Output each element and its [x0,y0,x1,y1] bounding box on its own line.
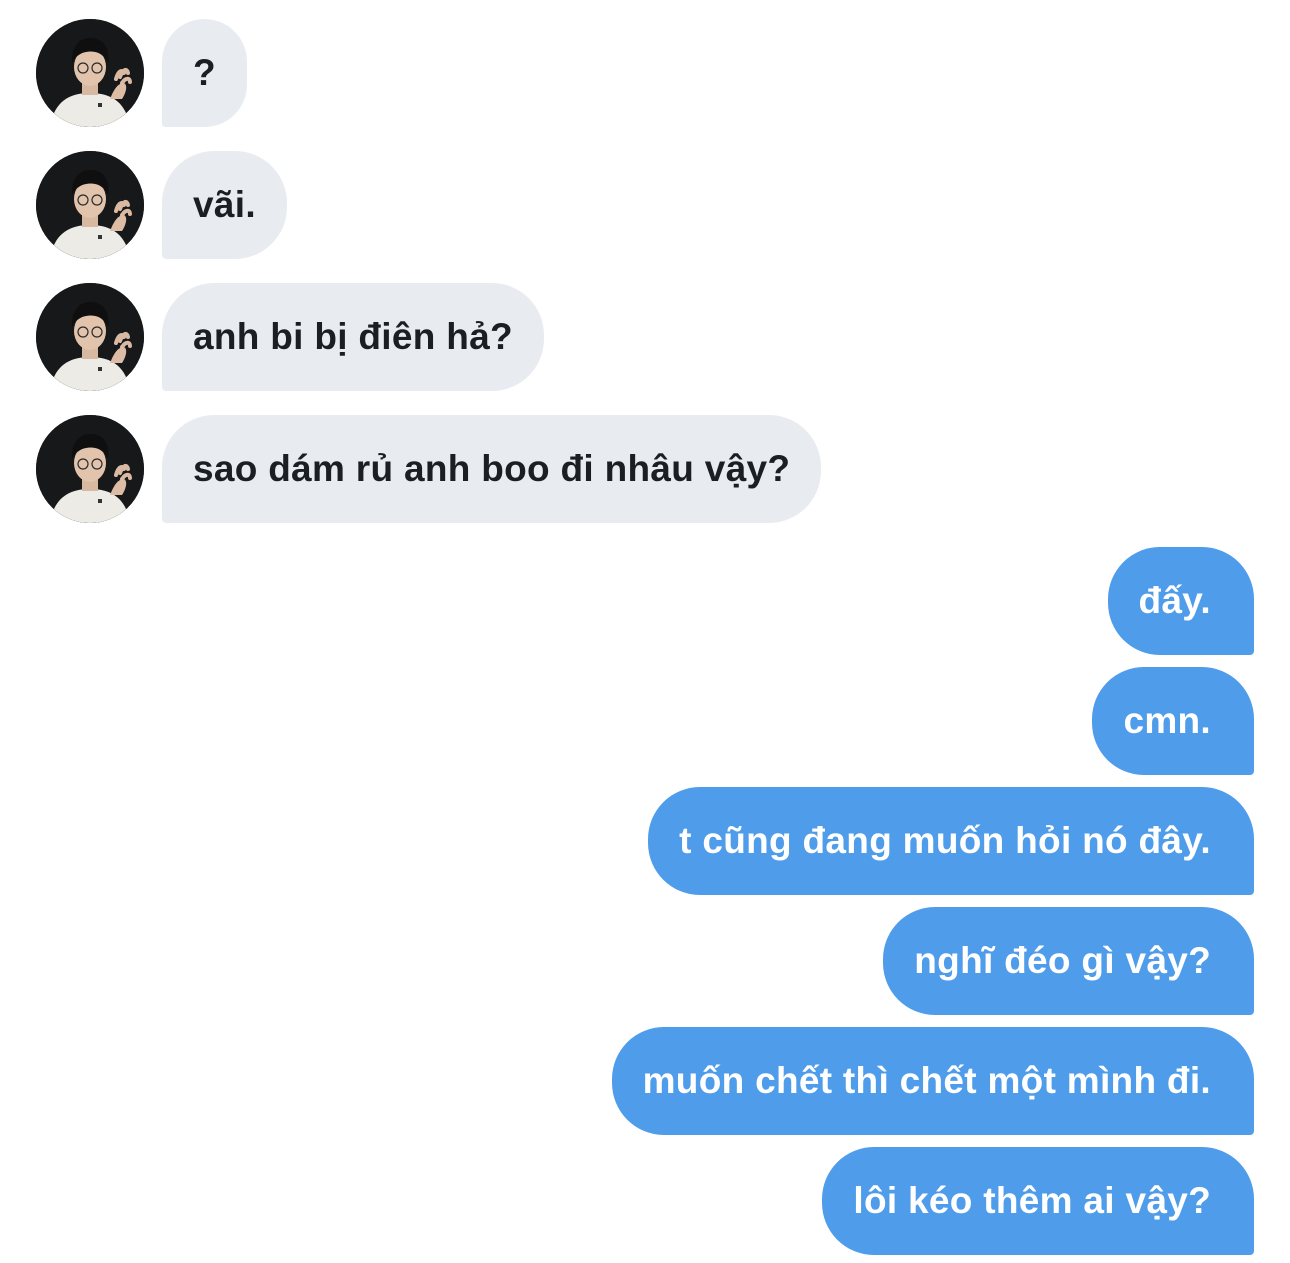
incoming-message-row: anh bi bị điên hả? [36,283,544,391]
incoming-message-row: sao dám rủ anh boo đi nhâu vậy? [36,415,822,523]
incoming-message-bubble[interactable]: ? [162,19,247,127]
incoming-message-bubble[interactable]: sao dám rủ anh boo đi nhâu vậy? [162,415,822,523]
avatar[interactable] [36,151,144,259]
avatar-photo [36,283,144,391]
outgoing-message-bubble[interactable]: cmn. [1092,667,1254,775]
incoming-message-bubble[interactable]: anh bi bị điên hả? [162,283,544,391]
avatar[interactable] [36,415,144,523]
outgoing-message-bubble[interactable]: t cũng đang muốn hỏi nó đây. [648,787,1254,895]
avatar-photo [36,415,144,523]
avatar[interactable] [36,283,144,391]
outgoing-message-bubble[interactable]: nghĩ đéo gì vậy? [883,907,1254,1015]
message-thread: ? vãi. anh bi bị điên hả? sao dám rủ anh… [0,0,1290,1263]
avatar[interactable] [36,19,144,127]
outgoing-message-bubble[interactable]: muốn chết thì chết một mình đi. [611,1027,1254,1135]
avatar-photo [36,19,144,127]
incoming-message-bubble[interactable]: vãi. [162,151,287,259]
avatar-photo [36,151,144,259]
incoming-message-row: vãi. [36,151,287,259]
outgoing-message-bubble[interactable]: đấy. [1107,547,1254,655]
incoming-message-row: ? [36,19,247,127]
outgoing-message-bubble[interactable]: lôi kéo thêm ai vậy? [822,1147,1254,1255]
